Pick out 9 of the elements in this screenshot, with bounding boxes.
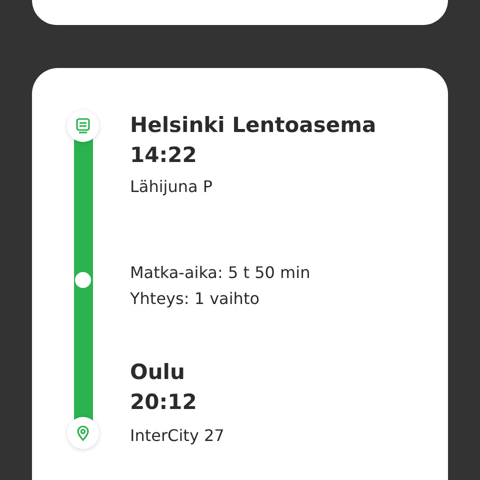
departure-time: 14:22 <box>130 142 198 169</box>
arrival-time: 20:12 <box>130 389 198 416</box>
station-name: Oulu <box>130 359 186 386</box>
train-name: InterCity 27 <box>130 425 226 447</box>
trip-detail: Yhteys: 1 vaihto <box>130 288 260 310</box>
stop-dot <box>75 272 91 288</box>
trip-detail: Matka-aika: 5 t 50 min <box>130 262 312 284</box>
station-name: Helsinki Lentoasema <box>130 112 376 139</box>
train-name: Lähijuna P <box>130 176 214 198</box>
